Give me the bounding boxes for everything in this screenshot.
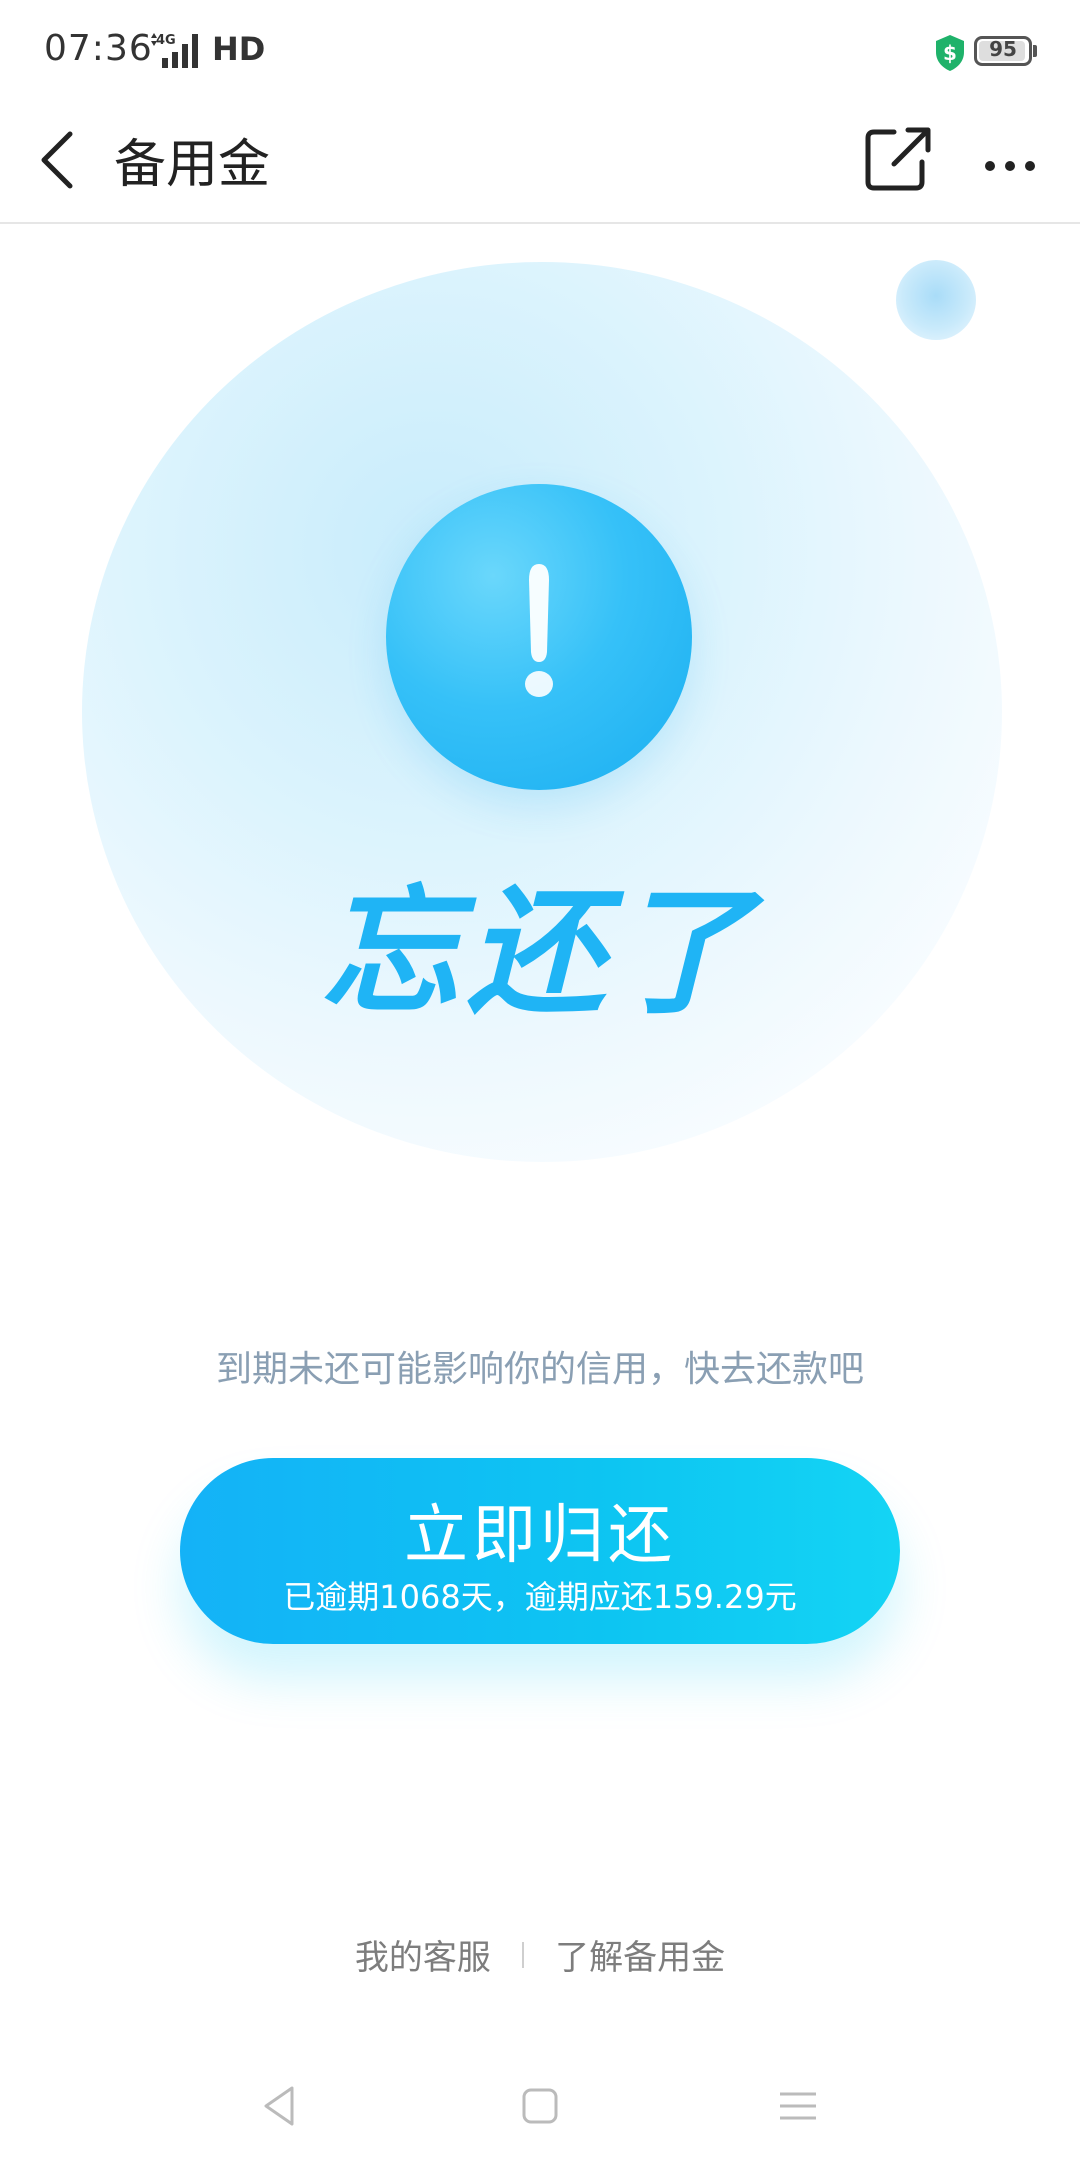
more-dots-icon [985,161,1035,171]
credit-warning-text: 到期未还可能影响你的信用，快去还款吧 [215,1349,864,1390]
customer-service-link[interactable]: 我的客服 [355,1930,491,1979]
screen: 07:36 4G HD $ 95 备用金 忘还了 到期未还可能影响你的信用，快去… [0,0,1080,2160]
hero-title: 忘还了 [320,872,759,1033]
nav-back-icon[interactable] [256,2076,304,2136]
page-title: 备用金 [114,135,271,195]
overdue-detail: 已逾期1068天，逾期应还159.29元 [283,1578,797,1616]
footer-divider [522,1941,524,1968]
status-time: 07:36 [44,28,153,69]
battery-tip [1033,45,1037,57]
nav-menu-icon[interactable] [774,2076,822,2136]
back-button[interactable] [30,120,100,200]
svg-text:$: $ [943,41,957,65]
status-bar: 07:36 4G HD $ 95 [0,0,1080,100]
battery-indicator: 95 [974,36,1032,66]
repay-now-button[interactable]: 立即归还 已逾期1068天，逾期应还159.29元 [180,1458,900,1644]
learn-more-link[interactable]: 了解备用金 [555,1930,725,1979]
svg-text:4G: 4G [156,33,176,48]
share-button[interactable] [858,118,938,198]
app-header: 备用金 [0,100,1080,224]
system-nav-bar [0,2060,1080,2160]
footer-links: 我的客服 了解备用金 [0,1930,1080,1986]
share-external-icon [865,127,931,191]
nav-home-icon[interactable] [516,2076,564,2136]
exclamation-icon [525,564,553,697]
battery-level: 95 [989,37,1017,61]
alert-ball [386,484,692,790]
decorative-small-bubble [896,260,976,340]
chevron-left-icon [41,131,73,189]
hd-indicator: HD [212,30,266,68]
signal-icon: 4G [151,33,198,68]
security-shield-icon: $ [936,35,964,71]
repay-button-label: 立即归还 [404,1499,676,1573]
more-button[interactable] [968,118,1052,198]
